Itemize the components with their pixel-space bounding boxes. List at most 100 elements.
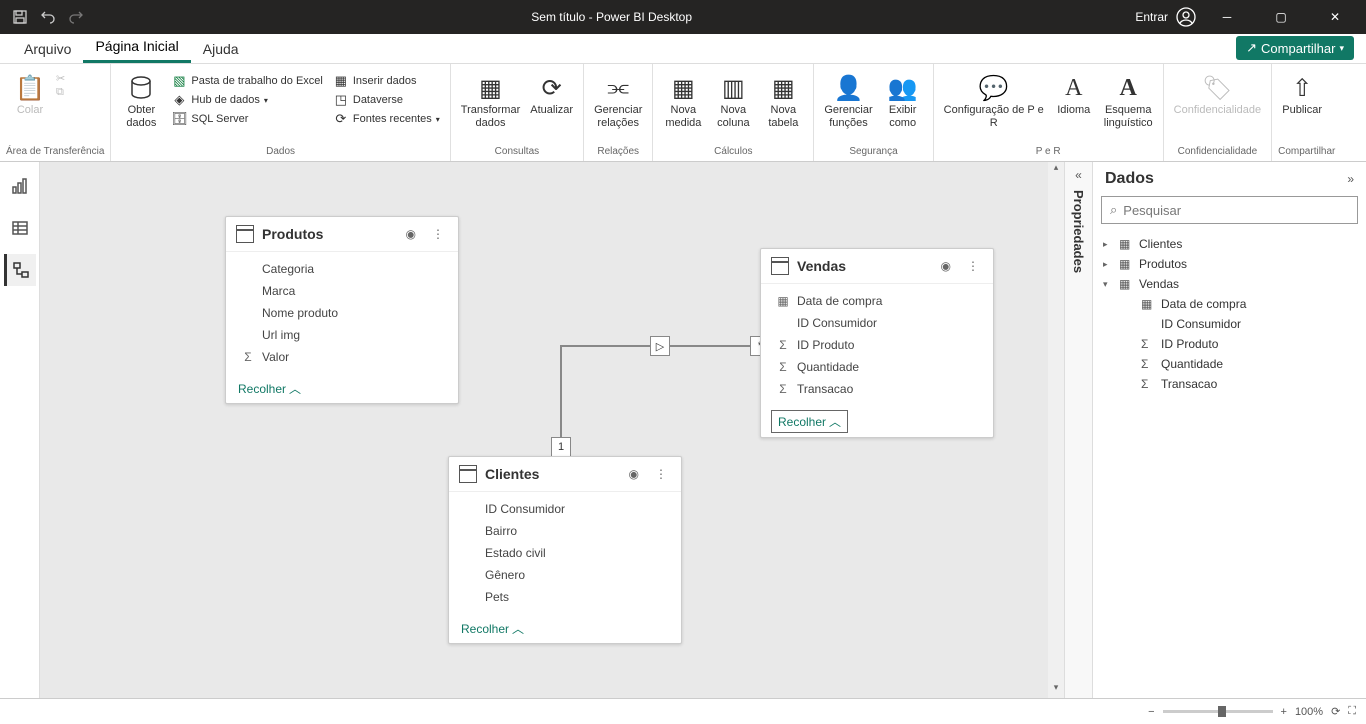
properties-title: Propriedades bbox=[1071, 190, 1086, 273]
zoom-in-button[interactable]: + bbox=[1281, 706, 1287, 718]
collapse-link[interactable]: Recolher ︿ bbox=[226, 374, 313, 403]
fit-button[interactable]: ⛶ bbox=[1348, 705, 1356, 718]
fit-to-page-button[interactable]: ⟳ bbox=[1331, 705, 1340, 718]
scrollbar-vertical[interactable]: ▴▾ bbox=[1048, 162, 1064, 698]
tree-field-node[interactable]: ▦Data de compra bbox=[1093, 294, 1366, 314]
field-item[interactable]: Marca bbox=[226, 280, 458, 302]
tab-home[interactable]: Página Inicial bbox=[83, 32, 190, 63]
language-button[interactable]: AIdioma bbox=[1050, 70, 1098, 119]
close-button[interactable]: ✕ bbox=[1312, 0, 1358, 34]
maximize-button[interactable]: ▢ bbox=[1258, 0, 1304, 34]
linguistic-schema-button[interactable]: AEsquema linguístico bbox=[1100, 70, 1157, 132]
tree-table-node[interactable]: ▾▦Vendas bbox=[1093, 274, 1366, 294]
field-item[interactable]: ΣID Produto bbox=[761, 334, 993, 356]
field-item[interactable]: ΣTransacao bbox=[761, 378, 993, 400]
field-item[interactable]: Pets bbox=[449, 586, 681, 608]
table-card-produtos[interactable]: Produtos ◉ ⋮ CategoriaMarcaNome produtoU… bbox=[225, 216, 459, 404]
sqlserver-button[interactable]: 🗄SQL Server bbox=[167, 110, 326, 128]
refresh-button[interactable]: ⟳Atualizar bbox=[526, 70, 577, 119]
collapse-link[interactable]: Recolher ︿ bbox=[449, 614, 536, 643]
column-icon: ▥ bbox=[717, 72, 749, 104]
publish-button[interactable]: ⇧Publicar bbox=[1278, 70, 1326, 119]
minimize-button[interactable]: ─ bbox=[1204, 0, 1250, 34]
tree-table-node[interactable]: ▸▦Clientes bbox=[1093, 234, 1366, 254]
signin-link[interactable]: Entrar bbox=[1135, 10, 1168, 24]
field-label: Bairro bbox=[485, 524, 517, 538]
new-table-button[interactable]: ▦Nova tabela bbox=[759, 70, 807, 132]
expand-icon[interactable]: « bbox=[1075, 168, 1082, 182]
tree-field-node[interactable]: ΣID Produto bbox=[1093, 334, 1366, 354]
redo-icon[interactable] bbox=[64, 5, 88, 29]
share-button[interactable]: ↗Compartilhar▾ bbox=[1236, 36, 1354, 60]
user-icon[interactable] bbox=[1176, 7, 1196, 27]
save-icon[interactable] bbox=[8, 5, 32, 29]
field-item[interactable]: ID Consumidor bbox=[761, 312, 993, 334]
field-item[interactable]: ▦Data de compra bbox=[761, 290, 993, 312]
model-view-button[interactable] bbox=[4, 254, 36, 286]
tree-field-node[interactable]: ID Consumidor bbox=[1093, 314, 1366, 334]
ribbon: 📋 Colar ✂ ⧉ Área de Transferência Obter … bbox=[0, 64, 1366, 162]
field-item[interactable]: Estado civil bbox=[449, 542, 681, 564]
transformdata-button[interactable]: ▦Transformar dados bbox=[457, 70, 525, 132]
field-item[interactable]: ΣQuantidade bbox=[761, 356, 993, 378]
field-label: ID Produto bbox=[797, 338, 854, 352]
undo-icon[interactable] bbox=[36, 5, 60, 29]
field-type-icon: Σ bbox=[775, 360, 791, 374]
tab-help[interactable]: Ajuda bbox=[191, 35, 251, 63]
cut-icon[interactable]: ✂ bbox=[56, 72, 65, 85]
table-card-vendas[interactable]: Vendas ◉ ⋮ ▦Data de compraID ConsumidorΣ… bbox=[760, 248, 994, 438]
manage-roles-button[interactable]: 👤Gerenciar funções bbox=[820, 70, 876, 132]
collapse-icon[interactable]: » bbox=[1347, 172, 1354, 186]
model-canvas[interactable]: ▷ * 1 Produtos ◉ ⋮ CategoriaMarcaNome pr… bbox=[40, 162, 1064, 698]
more-icon[interactable]: ⋮ bbox=[428, 227, 448, 241]
data-view-button[interactable] bbox=[4, 212, 36, 244]
rel-arrow-icon[interactable]: ▷ bbox=[650, 336, 670, 356]
tree-field-node[interactable]: ΣQuantidade bbox=[1093, 354, 1366, 374]
visibility-icon[interactable]: ◉ bbox=[402, 227, 420, 241]
title-bar: Sem título - Power BI Desktop Entrar ─ ▢… bbox=[0, 0, 1366, 34]
more-icon[interactable]: ⋮ bbox=[963, 259, 983, 273]
field-item[interactable]: ID Consumidor bbox=[449, 498, 681, 520]
field-item[interactable]: ΣValor bbox=[226, 346, 458, 368]
field-item[interactable]: Bairro bbox=[449, 520, 681, 542]
tree-table-node[interactable]: ▸▦Produtos bbox=[1093, 254, 1366, 274]
field-item[interactable]: Categoria bbox=[226, 258, 458, 280]
new-measure-button[interactable]: ▦Nova medida bbox=[659, 70, 707, 132]
field-item[interactable]: Url img bbox=[226, 324, 458, 346]
excel-button[interactable]: ▧Pasta de trabalho do Excel bbox=[167, 72, 326, 90]
enterdata-button[interactable]: ▦Inserir dados bbox=[329, 72, 444, 90]
recentsources-button[interactable]: ⟳Fontes recentes ▾ bbox=[329, 110, 444, 128]
more-icon[interactable]: ⋮ bbox=[651, 467, 671, 481]
getdata-button[interactable]: Obter dados bbox=[117, 70, 165, 132]
chevron-up-icon: ︿ bbox=[289, 380, 301, 397]
twisty-icon: ▸ bbox=[1103, 239, 1115, 250]
datahub-button[interactable]: ◈Hub de dados ▾ bbox=[167, 91, 326, 109]
publish-icon: ⇧ bbox=[1286, 72, 1318, 104]
report-view-button[interactable] bbox=[4, 170, 36, 202]
search-input[interactable]: ⌕ Pesquisar bbox=[1101, 196, 1358, 224]
table-card-clientes[interactable]: Clientes ◉ ⋮ ID ConsumidorBairroEstado c… bbox=[448, 456, 682, 644]
visibility-icon[interactable]: ◉ bbox=[625, 467, 643, 481]
manage-relations-button[interactable]: ⫘Gerenciar relações bbox=[590, 70, 646, 132]
group-queries: Consultas bbox=[457, 146, 577, 159]
properties-panel-collapsed[interactable]: « Propriedades bbox=[1064, 162, 1092, 698]
group-sensitivity: Confidencialidade bbox=[1170, 146, 1265, 159]
viewas-button[interactable]: 👥Exibir como bbox=[879, 70, 927, 132]
refresh-icon: ⟳ bbox=[536, 72, 568, 104]
field-item[interactable]: Nome produto bbox=[226, 302, 458, 324]
tab-file[interactable]: Arquivo bbox=[12, 35, 83, 63]
new-column-button[interactable]: ▥Nova coluna bbox=[709, 70, 757, 132]
node-label: ID Produto bbox=[1161, 337, 1218, 351]
qa-setup-button[interactable]: 💬Configuração de P e R bbox=[940, 70, 1048, 132]
field-item[interactable]: Gênero bbox=[449, 564, 681, 586]
zoom-slider[interactable] bbox=[1163, 710, 1273, 713]
copy-icon[interactable]: ⧉ bbox=[56, 86, 65, 99]
visibility-icon[interactable]: ◉ bbox=[937, 259, 955, 273]
dataverse-button[interactable]: ◳Dataverse bbox=[329, 91, 444, 109]
tree-field-node[interactable]: ΣTransacao bbox=[1093, 374, 1366, 394]
status-bar: − + 100% ⟳ ⛶ bbox=[0, 698, 1366, 724]
zoom-out-button[interactable]: − bbox=[1148, 706, 1154, 718]
node-type-icon: Σ bbox=[1141, 377, 1157, 391]
table-icon bbox=[236, 225, 254, 243]
collapse-link[interactable]: Recolher ︿ bbox=[771, 410, 848, 433]
